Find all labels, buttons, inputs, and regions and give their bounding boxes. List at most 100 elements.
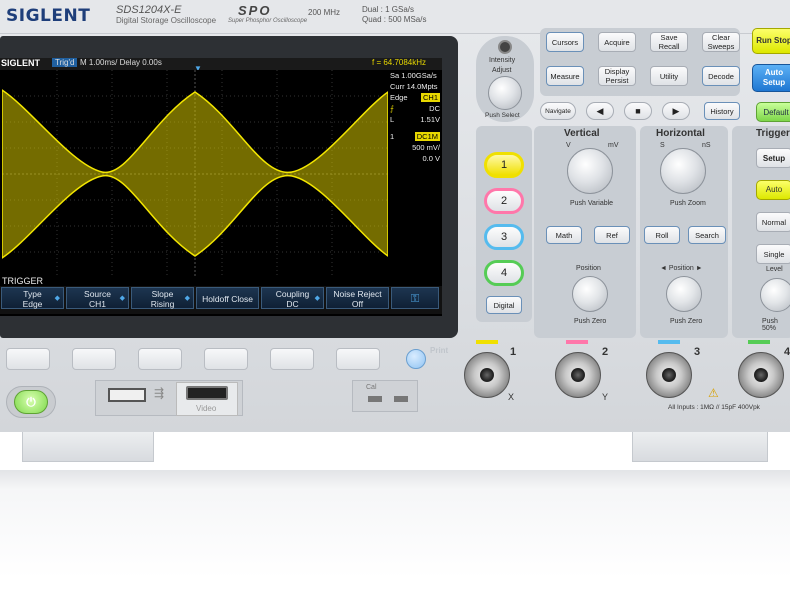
ref-button[interactable]: Ref — [594, 226, 630, 244]
intensity-indicator — [498, 40, 512, 54]
memory-depth-readout: Curr 14.0Mpts — [390, 82, 438, 91]
seconds-label: S — [660, 142, 665, 149]
intensity-label: Intensity — [489, 57, 516, 64]
menu-coupling[interactable]: Coupling DC ◆ — [261, 287, 324, 309]
cal-panel — [352, 380, 418, 412]
softkey-2[interactable] — [72, 348, 116, 370]
save-recall-button[interactable]: Save Recall — [650, 32, 688, 52]
bnc-input-3[interactable] — [646, 352, 692, 398]
horizontal-position-knob[interactable] — [666, 276, 702, 312]
vertical-scale-knob[interactable] — [567, 148, 613, 194]
bnc-4-center — [754, 368, 768, 382]
power-button[interactable]: ⏻ — [14, 390, 48, 414]
ground-terminal[interactable] — [394, 396, 408, 402]
bnc-input-2[interactable] — [555, 352, 601, 398]
trigger-level-knob-label: Level — [766, 266, 783, 273]
trigger-normal-button[interactable]: Normal — [756, 212, 790, 232]
channel-2-button[interactable]: 2 — [484, 188, 524, 214]
cal-terminal[interactable] — [368, 396, 382, 402]
channel-number: 1 — [390, 132, 395, 141]
menu-title: TRIGGER — [2, 276, 44, 286]
horizontal-scale-knob[interactable] — [660, 148, 706, 194]
menu-type[interactable]: Type Edge ◆ — [1, 287, 64, 309]
nav-back-button[interactable]: ◀ — [586, 102, 614, 120]
acquire-button[interactable]: Acquire — [598, 32, 636, 52]
trigger-50-label: Push 50% — [762, 318, 778, 332]
nanoseconds-label: nS — [702, 142, 711, 149]
search-button[interactable]: Search — [688, 226, 726, 244]
screen-logo: SIGLENT — [1, 58, 41, 68]
math-button[interactable]: Math — [546, 226, 582, 244]
vertical-position-knob[interactable] — [572, 276, 608, 312]
clear-sweeps-button[interactable]: Clear Sweeps — [702, 32, 740, 52]
waveform-grid — [2, 70, 388, 316]
nav-stop-button[interactable]: ■ — [624, 102, 652, 120]
menu-arrow-icon: ◆ — [184, 295, 190, 302]
channel-scale-readout: 500 mV/ — [412, 143, 440, 152]
model-subtitle: Digital Storage Oscilloscope — [116, 16, 217, 25]
bnc-4-label: 4 — [784, 346, 790, 358]
trigger-single-button[interactable]: Single — [756, 244, 790, 264]
spo-subtitle: Super Phosphor Oscilloscope — [228, 18, 308, 24]
menu-source[interactable]: Source CH1 ◆ — [66, 287, 129, 309]
horizontal-title: Horizontal — [656, 128, 705, 139]
softkey-1[interactable] — [6, 348, 50, 370]
zoom-label: Push Zoom — [670, 200, 706, 207]
cursors-button[interactable]: Cursors — [546, 32, 584, 52]
brand-logo: SIGLENT — [6, 6, 90, 26]
variable-label: Push Variable — [570, 200, 614, 207]
warning-icon: ⚠ — [708, 386, 719, 400]
display-screen: SIGLENT Trig'd M 1.00ms/ Delay 0.00s f =… — [0, 58, 442, 316]
bnc-3-label: 3 — [694, 346, 701, 358]
bnc-input-4[interactable] — [738, 352, 784, 398]
softkey-4[interactable] — [204, 348, 248, 370]
trigger-level-knob[interactable] — [760, 278, 790, 312]
navigate-button[interactable]: Navigate — [540, 102, 576, 120]
status-bar: SIGLENT Trig'd M 1.00ms/ Delay 0.00s f =… — [0, 58, 442, 73]
channel-1-button[interactable]: 1 — [484, 152, 524, 178]
menu-arrow-icon: ◆ — [314, 295, 320, 302]
horizontal-zero-label: Push Zero — [670, 318, 703, 325]
default-button[interactable]: Default — [756, 102, 790, 122]
volts-label: V — [566, 142, 571, 149]
softkey-5[interactable] — [270, 348, 314, 370]
frequency-readout: f = 64.7084kHz — [372, 58, 427, 67]
auto-setup-button[interactable]: Auto Setup — [752, 64, 790, 92]
trigger-setup-button[interactable]: Setup — [756, 148, 790, 168]
menu-holdoff[interactable]: Holdoff Close — [196, 287, 259, 309]
channel-4-button[interactable]: 4 — [484, 260, 524, 286]
usb-port[interactable] — [108, 388, 146, 402]
ch1-color-bar — [476, 340, 498, 344]
menu-noise-reject[interactable]: Noise Reject Off — [326, 287, 389, 309]
history-button[interactable]: History — [704, 102, 740, 120]
sample-rate-dual: Dual : 1 GSa/s — [362, 5, 415, 14]
reflection-edge — [0, 470, 790, 490]
video-label: Video — [196, 404, 217, 413]
menu-slope[interactable]: Slope Rising ◆ — [131, 287, 194, 309]
menu-noise-reject-value: Off — [351, 299, 364, 309]
ch2-color-bar — [566, 340, 588, 344]
display-persist-button[interactable]: Display Persist — [598, 66, 636, 86]
bandwidth-spec: 200 MHz — [308, 8, 341, 17]
utility-button[interactable]: Utility — [650, 66, 688, 86]
measure-button[interactable]: Measure — [546, 66, 584, 86]
nav-forward-button[interactable]: ▶ — [662, 102, 690, 120]
left-foot — [22, 432, 154, 462]
bnc-2-center — [571, 368, 585, 382]
adjust-knob[interactable] — [488, 76, 522, 110]
trigger-auto-button[interactable]: Auto — [756, 180, 790, 200]
decode-button[interactable]: Decode — [702, 66, 740, 86]
network-icon: ⚿ — [410, 293, 420, 305]
brand-name: SIGLENT — [6, 6, 91, 26]
roll-button[interactable]: Roll — [644, 226, 680, 244]
bnc-input-1[interactable] — [464, 352, 510, 398]
menu-more[interactable]: ⚿ — [391, 287, 439, 309]
softkey-6[interactable] — [336, 348, 380, 370]
menu-noise-reject-label: Noise Reject — [333, 289, 382, 299]
run-stop-button[interactable]: Run Stop — [752, 28, 790, 54]
channel-3-button[interactable]: 3 — [484, 224, 524, 250]
print-button[interactable] — [406, 349, 426, 369]
digital-button[interactable]: Digital — [486, 296, 522, 314]
menu-arrow-icon: ◆ — [119, 295, 125, 302]
softkey-3[interactable] — [138, 348, 182, 370]
